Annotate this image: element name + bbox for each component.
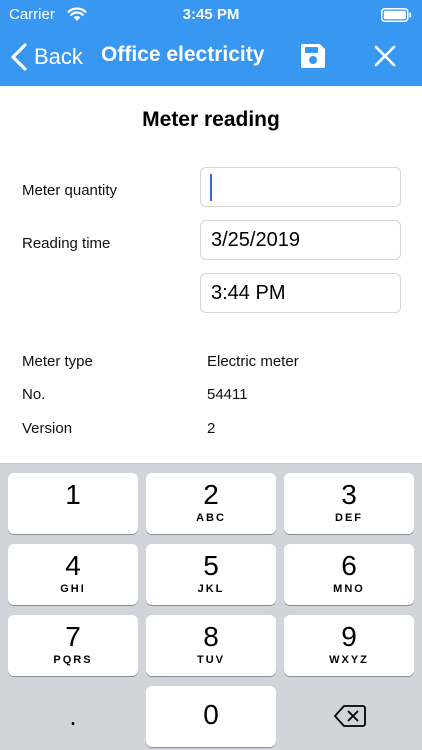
key-1[interactable]: 1 [8,473,138,534]
key-number: 9 [341,621,357,652]
backspace-icon [334,705,366,727]
key-7[interactable]: 7 PQRS [8,615,138,676]
section-title: Meter reading [142,108,280,131]
back-button[interactable]: Back [10,42,83,72]
reading-time-label: Reading time [22,235,111,252]
key-number: 0 [203,699,219,730]
key-letters: GHI [60,583,86,595]
key-number: 2 [203,479,219,510]
key-5[interactable]: 5 JKL [146,544,276,605]
numeric-keyboard: 1 2 ABC 3 DEF 4 GHI 5 JKL 6 MNO 7 PQRS 8… [0,463,422,750]
meter-quantity-label: Meter quantity [22,182,118,199]
version-label: Version [22,420,73,437]
key-letters: WXYZ [329,654,369,666]
header: Carrier 3:45 PM Back Office electricity [0,0,422,86]
meter-quantity-input[interactable] [200,167,401,207]
save-icon[interactable] [300,43,326,69]
key-6[interactable]: 6 MNO [284,544,414,605]
key-letters: ABC [196,512,226,524]
key-2[interactable]: 2 ABC [146,473,276,534]
status-bar: Carrier 3:45 PM [0,0,422,30]
battery-icon [381,8,412,22]
status-time: 3:45 PM [182,6,240,23]
meter-type-value: Electric meter [207,353,299,370]
reading-time-value: 3:44 PM [211,281,286,304]
key-number: 1 [65,479,81,510]
key-number: 7 [65,621,81,652]
navigation-bar: Back Office electricity [0,30,422,86]
key-letters: TUV [197,654,225,666]
close-icon[interactable] [374,45,396,67]
back-button-label: Back [34,44,83,69]
key-letters: PQRS [53,654,93,666]
page-title: Office electricity [101,43,265,66]
key-decimal[interactable]: . [8,686,138,747]
key-9[interactable]: 9 WXYZ [284,615,414,676]
key-number: 8 [203,621,219,652]
key-number: 3 [341,479,357,510]
reading-time-input[interactable]: 3:44 PM [200,273,401,313]
key-number: 5 [203,550,219,581]
meter-number-value: 54411 [207,386,248,403]
key-letters: DEF [335,512,363,524]
key-letters: JKL [197,583,225,595]
reading-date-value: 3/25/2019 [211,228,300,251]
text-cursor [210,174,212,201]
key-0[interactable]: 0 [146,686,276,747]
decimal-label: . [69,701,77,731]
key-4[interactable]: 4 GHI [8,544,138,605]
key-number: 6 [341,550,357,581]
key-8[interactable]: 8 TUV [146,615,276,676]
meter-number-label: No. [22,386,46,403]
key-number: 4 [65,550,81,581]
chevron-left-icon [11,43,27,71]
version-value: 2 [207,420,216,437]
key-3[interactable]: 3 DEF [284,473,414,534]
key-letters: MNO [333,583,365,595]
meter-type-label: Meter type [22,353,93,370]
delete-key[interactable] [284,686,414,747]
reading-date-input[interactable]: 3/25/2019 [200,220,401,260]
